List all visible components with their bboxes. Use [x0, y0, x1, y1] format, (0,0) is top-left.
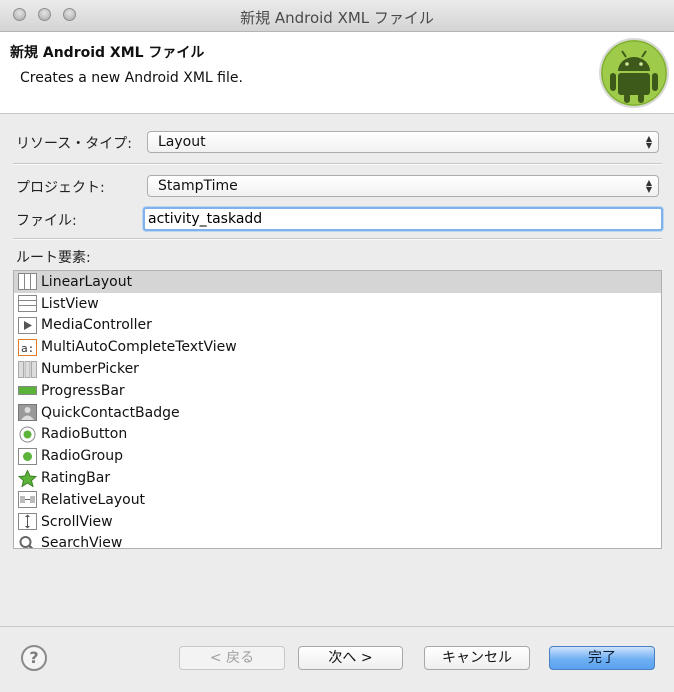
list-item-label: RatingBar: [41, 470, 111, 487]
list-item-label: MultiAutoCompleteTextView: [41, 339, 237, 356]
search-icon: [18, 535, 37, 548]
auto-complete-icon: a:: [18, 338, 37, 356]
relative-layout-icon: [18, 491, 37, 509]
resource-type-value: Layout: [158, 134, 206, 150]
list-item-label: MediaController: [41, 317, 152, 334]
window-title: 新規 Android XML ファイル: [240, 9, 434, 27]
list-item-label: LinearLayout: [41, 273, 133, 290]
list-item-label: NumberPicker: [41, 361, 139, 378]
radio-button-icon: [18, 426, 37, 443]
divider: [13, 238, 662, 240]
cancel-button[interactable]: キャンセル: [424, 646, 530, 670]
help-button[interactable]: ?: [21, 645, 47, 671]
wizard-description: Creates a new Android XML file.: [20, 70, 243, 86]
list-view-icon: [18, 295, 37, 313]
list-item[interactable]: ListView: [14, 293, 661, 315]
svg-text:a:: a:: [21, 342, 34, 355]
next-button[interactable]: 次へ >: [298, 646, 403, 670]
list-item-label: QuickContactBadge: [41, 404, 180, 421]
list-item[interactable]: RadioGroup: [14, 445, 661, 467]
scroll-view-icon: [18, 513, 37, 531]
list-item-label: RadioGroup: [41, 448, 123, 465]
chevron-updown-icon: ▲ ▼: [645, 134, 652, 150]
resource-type-label: リソース・タイプ:: [16, 136, 133, 152]
new-android-xml-dialog: 新規 Android XML ファイル 新規 Android XML ファイル …: [0, 0, 674, 692]
rating-star-icon: [18, 469, 37, 487]
list-item[interactable]: RelativeLayout: [14, 489, 661, 511]
root-element-list[interactable]: LinearLayout ListView MediaController a:…: [13, 270, 662, 549]
list-item-label: SearchView: [41, 535, 123, 549]
divider: [13, 163, 662, 165]
list-item-label: ScrollView: [41, 513, 113, 530]
project-select[interactable]: StampTime ▲ ▼: [147, 175, 659, 197]
progress-bar-icon: [18, 382, 37, 399]
finish-button[interactable]: 完了: [549, 646, 655, 670]
list-item-label: ProgressBar: [41, 382, 125, 399]
list-item[interactable]: a: MultiAutoCompleteTextView: [14, 336, 661, 358]
list-item-label: ListView: [41, 295, 99, 312]
list-item[interactable]: RadioButton: [14, 424, 661, 446]
file-label: ファイル:: [16, 213, 77, 229]
wizard-header: 新規 Android XML ファイル Creates a new Androi…: [0, 32, 674, 114]
divider: [0, 626, 674, 627]
android-logo-icon: [598, 37, 670, 109]
list-item[interactable]: MediaController: [14, 315, 661, 337]
list-item[interactable]: NumberPicker: [14, 358, 661, 380]
project-value: StampTime: [158, 178, 238, 194]
title-bar: 新規 Android XML ファイル: [0, 0, 674, 32]
project-label: プロジェクト:: [16, 180, 105, 196]
back-button[interactable]: < 戻る: [179, 646, 285, 670]
resource-type-select[interactable]: Layout ▲ ▼: [147, 131, 659, 153]
wizard-title: 新規 Android XML ファイル: [10, 45, 205, 61]
list-item[interactable]: SearchView: [14, 533, 661, 549]
help-icon: ?: [29, 648, 39, 667]
chevron-updown-icon: ▲ ▼: [645, 178, 652, 194]
radio-group-icon: [18, 447, 37, 465]
linear-layout-icon: [18, 273, 37, 291]
contact-badge-icon: [18, 404, 37, 422]
root-element-label: ルート要素:: [16, 250, 91, 266]
list-item-label: RadioButton: [41, 426, 128, 443]
list-item-label: RelativeLayout: [41, 491, 146, 508]
list-item[interactable]: RatingBar: [14, 467, 661, 489]
list-item[interactable]: ScrollView: [14, 511, 661, 533]
list-item[interactable]: LinearLayout: [14, 271, 661, 293]
media-controller-icon: [18, 316, 37, 334]
file-name-input[interactable]: [143, 207, 663, 231]
number-picker-icon: [18, 360, 37, 378]
list-item[interactable]: QuickContactBadge: [14, 402, 661, 424]
list-item[interactable]: ProgressBar: [14, 380, 661, 402]
